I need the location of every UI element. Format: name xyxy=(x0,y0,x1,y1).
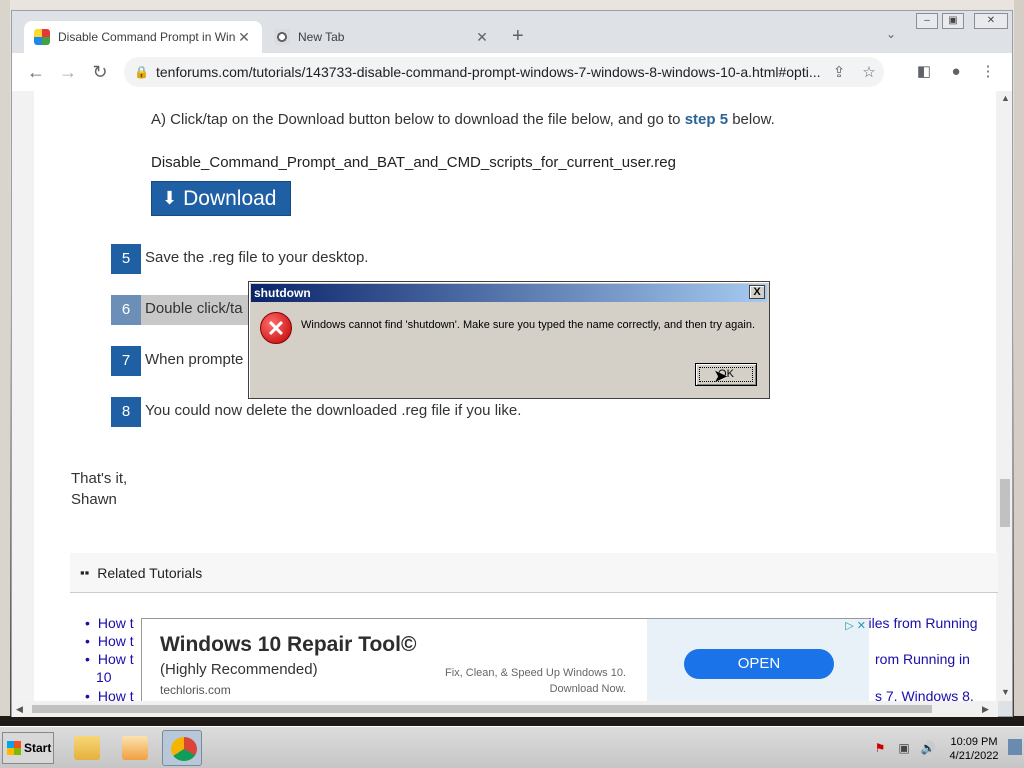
ad-subtitle: (Highly Recommended) xyxy=(160,661,318,678)
step-a-line: A) Click/tap on the Download button belo… xyxy=(151,111,775,128)
dialog-close-button[interactable]: X xyxy=(749,285,765,299)
new-tab-button[interactable]: + xyxy=(512,25,524,47)
side-panel-icon[interactable]: ◧ xyxy=(912,61,936,83)
related-title: Related Tutorials xyxy=(97,564,203,581)
related-link-right[interactable]: s 7, Windows 8, xyxy=(875,688,974,701)
signoff-line-2: Shawn xyxy=(71,491,117,508)
tab-disable-command-prompt[interactable]: Disable Command Prompt in Windo ✕ xyxy=(24,21,262,53)
url-text: tenforums.com/tutorials/143733-disable-c… xyxy=(156,64,821,80)
related-link[interactable]: How t xyxy=(85,633,134,649)
ad-title: Windows 10 Repair Tool© xyxy=(160,633,417,656)
media-player-icon xyxy=(122,736,148,760)
clock[interactable]: 10:09 PM 4/21/2022 xyxy=(944,735,1004,763)
chrome-icon xyxy=(171,737,197,761)
step-text-7: When prompte xyxy=(145,351,244,368)
step-badge-8: 8 xyxy=(111,397,141,427)
step-text-6: Double click/ta xyxy=(145,300,243,317)
clock-date: 4/21/2022 xyxy=(949,750,999,762)
related-link-cont[interactable]: 10 xyxy=(96,669,112,685)
download-icon: ⬇ xyxy=(162,188,178,208)
action-center-flag-icon[interactable]: ⚑ xyxy=(872,741,888,755)
download-label: Download xyxy=(183,186,277,210)
tab-close-icon[interactable]: ✕ xyxy=(474,29,490,46)
dialog-message: Windows cannot find 'shutdown'. Make sur… xyxy=(301,319,756,331)
step-text-8: You could now delete the downloaded .reg… xyxy=(145,402,522,419)
error-x-icon: ✕ xyxy=(260,312,292,344)
related-link[interactable]: How t xyxy=(85,688,134,701)
windows-logo-icon xyxy=(7,741,21,755)
step-badge-7: 7 xyxy=(111,346,141,376)
bookmark-star-icon[interactable]: ☆ xyxy=(854,63,884,81)
tab-search-chevron-icon[interactable]: ⌄ xyxy=(886,27,896,41)
tab-close-icon[interactable]: ✕ xyxy=(236,29,252,46)
adchoices-close-icon[interactable]: ▷ ✕ xyxy=(845,619,866,632)
taskbar-explorer[interactable] xyxy=(66,730,106,766)
browser-toolbar: ← → ↻ 🔒 tenforums.com/tutorials/143733-d… xyxy=(12,53,1012,91)
scroll-down-icon[interactable]: ▼ xyxy=(1001,687,1010,697)
horizontal-scrollbar[interactable]: ◀ ▶ xyxy=(12,701,998,717)
ad-site: techloris.com xyxy=(160,683,231,697)
reg-filename: Disable_Command_Prompt_and_BAT_and_CMD_s… xyxy=(151,154,676,171)
menu-kebab-icon[interactable]: ⋮ xyxy=(976,61,1000,83)
forward-arrow-icon[interactable]: → xyxy=(56,61,80,83)
clock-time: 10:09 PM xyxy=(950,736,998,748)
ad-open-button[interactable]: OPEN xyxy=(684,649,834,679)
step-5-link[interactable]: step 5 xyxy=(685,111,728,128)
scroll-up-icon[interactable]: ▲ xyxy=(1001,93,1010,103)
taskbar: Start ⚑ ▣ 🔊 10:09 PM 4/21/2022 xyxy=(0,726,1024,768)
related-tutorials-header: ▪▪ Related Tutorials xyxy=(70,553,998,593)
vertical-scroll-thumb[interactable] xyxy=(1000,479,1010,527)
start-label: Start xyxy=(24,741,52,755)
step-badge-6: 6 xyxy=(111,295,141,325)
taskbar-media-player[interactable] xyxy=(114,730,154,766)
show-desktop-button[interactable] xyxy=(1008,739,1022,755)
desktop-edge-bottom xyxy=(0,716,1024,726)
vertical-scrollbar[interactable]: ▲ ▼ xyxy=(998,91,1012,701)
related-link[interactable]: How t xyxy=(85,615,134,631)
download-button[interactable]: ⬇ Download xyxy=(151,181,291,216)
step-badge-5: 5 xyxy=(111,244,141,274)
step-a-suffix: below. xyxy=(732,111,775,128)
tab-title: New Tab xyxy=(298,30,345,44)
desktop-edge-right xyxy=(1014,0,1024,724)
chrome-icon xyxy=(274,29,290,45)
error-dialog: shutdown X ✕ Windows cannot find 'shutdo… xyxy=(248,281,770,399)
back-arrow-icon[interactable]: ← xyxy=(24,61,48,83)
address-bar[interactable]: 🔒 tenforums.com/tutorials/143733-disable… xyxy=(124,57,884,87)
dialog-title: shutdown xyxy=(251,284,767,302)
tutorials-icon: ▪▪ xyxy=(80,565,90,580)
maximize-button[interactable]: ▣ xyxy=(942,13,964,29)
minimize-button[interactable]: – xyxy=(916,13,938,29)
horizontal-scroll-thumb[interactable] xyxy=(32,705,932,713)
step-a-prefix: A) Click/tap on the Download button belo… xyxy=(151,111,681,128)
related-link-right[interactable]: Files from Running xyxy=(860,615,978,631)
volume-icon[interactable]: 🔊 xyxy=(920,741,936,755)
share-icon[interactable]: ⇪ xyxy=(824,63,854,81)
window-close-button[interactable]: ✕ xyxy=(974,13,1008,29)
system-tray: ⚑ ▣ 🔊 10:09 PM 4/21/2022 xyxy=(866,731,1024,765)
folder-icon xyxy=(74,736,100,760)
scroll-left-icon[interactable]: ◀ xyxy=(16,704,23,715)
start-button[interactable]: Start xyxy=(2,732,54,764)
desktop-edge-left xyxy=(0,0,10,724)
tab-strip: Disable Command Prompt in Windo ✕ New Ta… xyxy=(12,11,1012,53)
tenforums-icon xyxy=(34,29,50,45)
ad-banner[interactable]: Windows 10 Repair Tool© (Highly Recommen… xyxy=(141,618,869,701)
network-icon[interactable]: ▣ xyxy=(896,741,912,755)
step-text-5: Save the .reg file to your desktop. xyxy=(145,249,369,266)
tab-title: Disable Command Prompt in Windo xyxy=(58,30,236,44)
reload-icon[interactable]: ↻ xyxy=(88,61,112,83)
profile-avatar-icon[interactable]: ● xyxy=(944,61,968,83)
ad-description: Fix, Clean, & Speed Up Windows 10. Downl… xyxy=(445,667,626,695)
signoff-line-1: That's it, xyxy=(71,470,128,487)
lock-icon: 🔒 xyxy=(134,65,149,79)
scroll-right-icon[interactable]: ▶ xyxy=(982,704,989,715)
related-link[interactable]: How t xyxy=(85,651,134,667)
taskbar-chrome[interactable] xyxy=(162,730,202,766)
related-link-right[interactable]: rom Running in xyxy=(875,651,970,667)
tab-new-tab[interactable]: New Tab ✕ xyxy=(264,21,500,53)
mouse-cursor-icon: ➤ xyxy=(713,366,729,386)
